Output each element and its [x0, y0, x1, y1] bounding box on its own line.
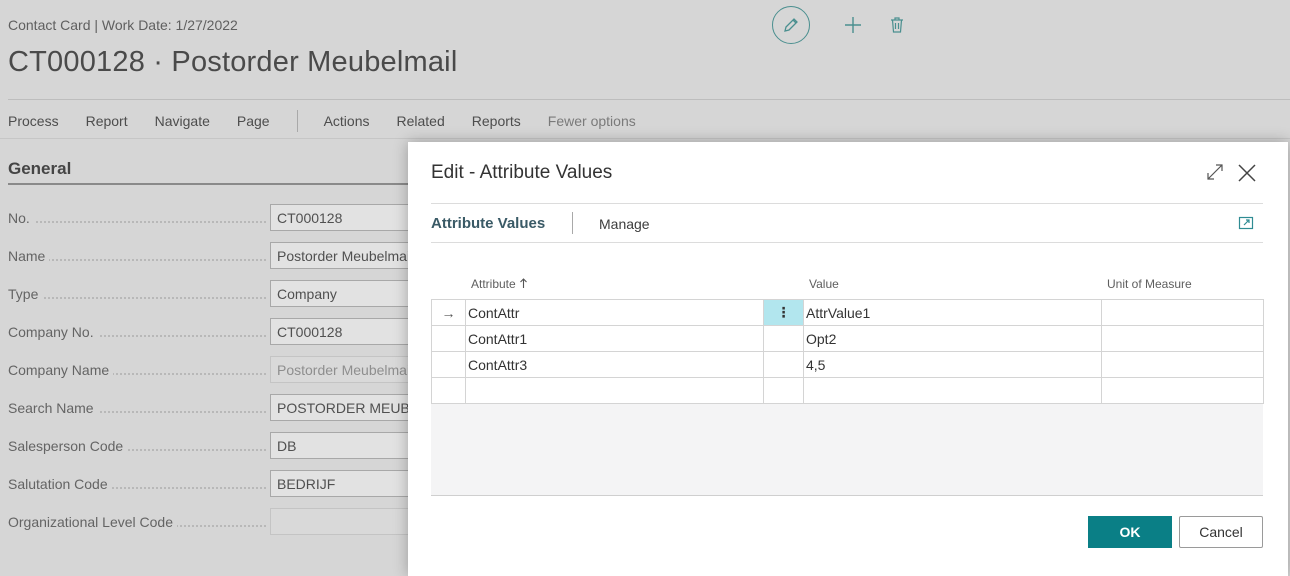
table-row[interactable]: → ContAttr ⋮ AttrValue1: [431, 299, 1264, 326]
cell-value[interactable]: AttrValue1: [803, 299, 1102, 326]
arrow-right-icon: →: [441, 304, 456, 321]
table-row[interactable]: ContAttr1 Opt2: [431, 325, 1264, 352]
column-header-attribute[interactable]: Attribute: [471, 277, 528, 291]
field-label-company-no: Company No.: [8, 324, 266, 340]
field-name-input[interactable]: Postorder Meubelmail: [270, 242, 410, 269]
cell-value[interactable]: Opt2: [803, 325, 1102, 352]
field-salesperson-code-input[interactable]: DB: [270, 432, 410, 459]
cell-attribute[interactable]: ContAttr3: [465, 351, 764, 378]
column-header-unit-of-measure[interactable]: Unit of Measure: [1107, 277, 1192, 291]
expand-icon[interactable]: [1205, 162, 1225, 182]
row-marker: [431, 377, 466, 404]
field-label-name: Name: [8, 248, 266, 264]
page-toolbar: [772, 6, 916, 44]
field-label-salesperson-code: Salesperson Code: [8, 438, 266, 454]
field-company-name-input: Postorder Meubelmail: [270, 356, 410, 383]
tab-attribute-values[interactable]: Attribute Values: [431, 215, 545, 232]
action-bar-separator: [296, 110, 298, 132]
row-marker: [431, 351, 466, 378]
field-search-name-input[interactable]: POSTORDER MEUBELMAIL: [270, 394, 410, 421]
row-actions-cell[interactable]: [763, 351, 804, 378]
cell-attribute[interactable]: ContAttr1: [465, 325, 764, 352]
cell-unit[interactable]: [1101, 299, 1264, 326]
delete-button[interactable]: [878, 6, 916, 44]
section-underline: [8, 183, 408, 185]
cancel-button[interactable]: Cancel: [1179, 516, 1263, 548]
dialog-title: Edit - Attribute Values: [431, 162, 613, 183]
close-icon[interactable]: [1236, 162, 1258, 184]
action-page[interactable]: Page: [237, 113, 270, 129]
field-company-no-input[interactable]: CT000128: [270, 318, 410, 345]
row-marker: →: [431, 299, 466, 326]
field-label-salutation-code: Salutation Code: [8, 476, 266, 492]
field-label-organizational-level-code: Organizational Level Code: [8, 514, 266, 530]
attribute-values-grid: → ContAttr ⋮ AttrValue1 ContAttr1 Opt2 C…: [431, 299, 1264, 404]
cell-unit[interactable]: [1101, 325, 1264, 352]
edit-button[interactable]: [772, 6, 810, 44]
field-label-company-name: Company Name: [8, 362, 266, 378]
header-divider: [8, 99, 1290, 100]
cell-unit[interactable]: [1101, 377, 1264, 404]
page-subtitle: Contact Card | Work Date: 1/27/2022: [8, 17, 238, 33]
open-in-new-window-icon[interactable]: [1238, 215, 1254, 231]
arrow-up-icon: [520, 278, 527, 288]
row-actions-cell[interactable]: [763, 325, 804, 352]
pencil-icon: [784, 18, 798, 32]
page-title: CT000128 · Postorder Meubelmail: [8, 46, 458, 78]
action-bar-divider: [0, 138, 1290, 139]
field-type-select[interactable]: Company: [270, 280, 410, 307]
table-row[interactable]: ContAttr3 4,5: [431, 351, 1264, 378]
row-marker: [431, 325, 466, 352]
grid-empty-area: [431, 404, 1263, 496]
section-title-general[interactable]: General: [8, 159, 71, 179]
field-label-no: No.: [8, 210, 266, 226]
column-header-value[interactable]: Value: [809, 277, 839, 291]
cell-attribute[interactable]: ContAttr: [465, 299, 764, 326]
action-reports[interactable]: Reports: [472, 113, 521, 129]
cell-attribute[interactable]: [465, 377, 764, 404]
field-organizational-level-code-input: [270, 508, 410, 535]
edit-attribute-values-dialog: Edit - Attribute Values Attribute Values…: [408, 142, 1288, 576]
action-process[interactable]: Process: [8, 113, 59, 129]
dialog-tabs-divider: [431, 242, 1263, 243]
field-salutation-code-input[interactable]: BEDRIJF: [270, 470, 410, 497]
plus-icon: [845, 17, 861, 33]
trash-icon: [891, 17, 903, 33]
cell-value[interactable]: 4,5: [803, 351, 1102, 378]
tab-manage[interactable]: Manage: [599, 216, 650, 232]
action-actions[interactable]: Actions: [324, 113, 370, 129]
action-report[interactable]: Report: [86, 113, 128, 129]
table-row[interactable]: [431, 377, 1264, 404]
new-button[interactable]: [834, 6, 872, 44]
field-no-input[interactable]: CT000128: [270, 204, 410, 231]
action-bar: Process Report Navigate Page Actions Rel…: [8, 110, 663, 132]
cell-unit[interactable]: [1101, 351, 1264, 378]
field-label-type: Type: [8, 286, 266, 302]
row-actions-cell[interactable]: [763, 377, 804, 404]
action-navigate[interactable]: Navigate: [155, 113, 210, 129]
action-related[interactable]: Related: [397, 113, 445, 129]
tab-separator: [572, 212, 573, 234]
cell-value[interactable]: [803, 377, 1102, 404]
row-actions-button[interactable]: ⋮: [763, 299, 804, 326]
ok-button[interactable]: OK: [1088, 516, 1172, 548]
field-label-search-name: Search Name: [8, 400, 266, 416]
action-fewer-options[interactable]: Fewer options: [548, 113, 636, 129]
dialog-header-divider: [431, 203, 1263, 204]
